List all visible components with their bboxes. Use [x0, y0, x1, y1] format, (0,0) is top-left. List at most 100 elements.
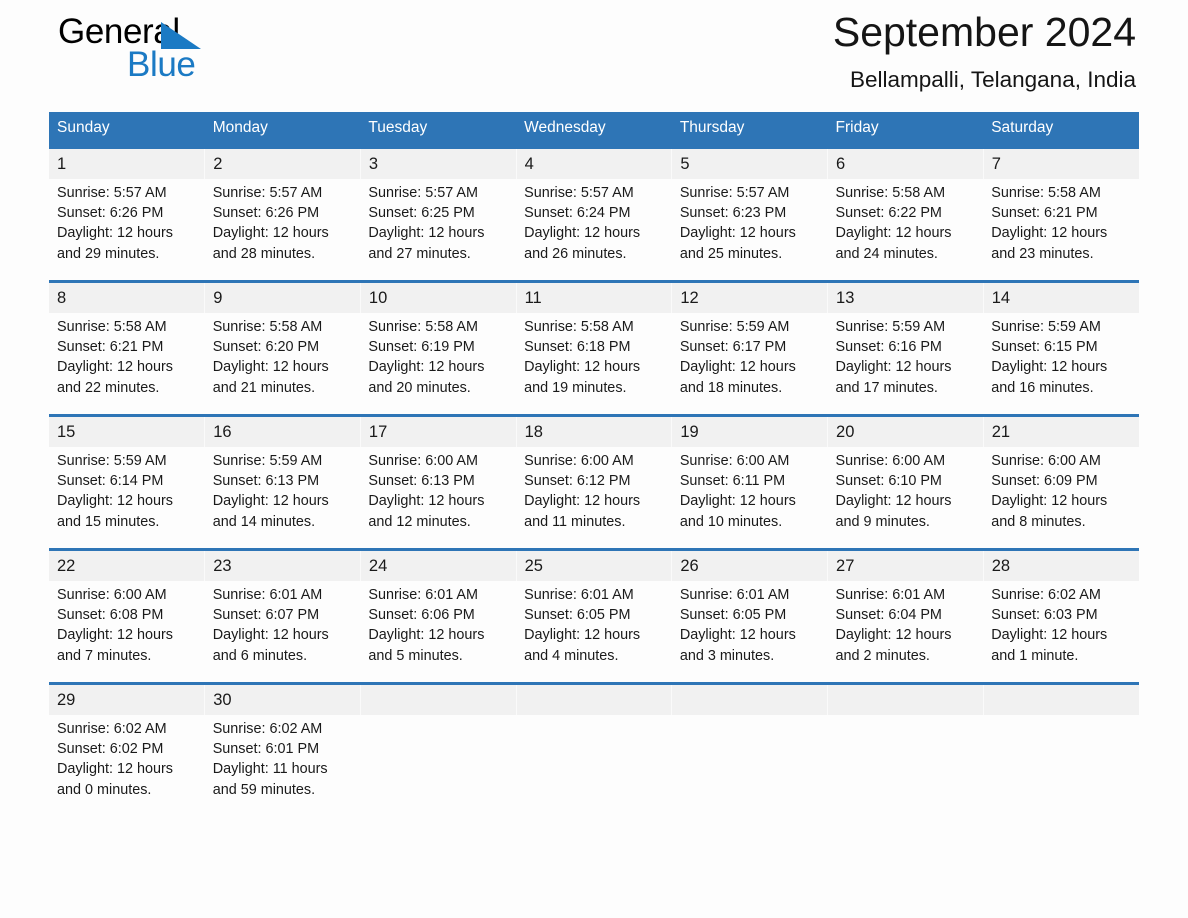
day-cell[interactable]: Sunrise: 6:02 AM Sunset: 6:01 PM Daylight:…: [205, 715, 361, 813]
day-number[interactable]: 25: [516, 550, 673, 582]
day-number[interactable]: 23: [204, 550, 361, 582]
daylight-duration: Daylight: 12 hours: [835, 493, 952, 510]
day-number[interactable]: 5: [671, 148, 829, 180]
day-number[interactable]: 9: [204, 282, 361, 314]
day-cell[interactable]: Sunrise: 5:59 AM Sunset: 6:15 PM Daylight:…: [983, 313, 1139, 411]
day-number[interactable]: 7: [983, 149, 1139, 180]
day-cell[interactable]: Sunrise: 5:58 AM Sunset: 6:18 PM Daylight:…: [516, 313, 672, 411]
day-number[interactable]: 12: [671, 282, 829, 314]
sunrise-time: Sunrise: 5:59 AM: [57, 453, 167, 470]
day-number[interactable]: 27: [827, 550, 984, 582]
day-cell[interactable]: Sunrise: 6:01 AM Sunset: 6:06 PM Daylight:…: [360, 581, 516, 679]
day-number[interactable]: 29: [49, 684, 206, 716]
weekday-saturday: Saturday: [983, 112, 1139, 146]
day-cell[interactable]: Sunrise: 5:58 AM Sunset: 6:21 PM Daylight:…: [49, 313, 205, 411]
day-cell[interactable]: Sunrise: 5:58 AM Sunset: 6:19 PM Daylight:…: [360, 313, 516, 411]
calendar-week-row: 15 16 17 18 19 20 21 Sunrise: 5:59 AM Sunset: 6:…: [49, 412, 1139, 546]
daylight-duration: and 10 minutes.: [679, 513, 783, 530]
day-cell[interactable]: Sunrise: 5:59 AM Sunset: 6:16 PM Daylight:…: [828, 313, 984, 411]
daylight-duration: Daylight: 12 hours: [524, 493, 641, 510]
weekday-monday: Monday: [204, 112, 361, 146]
day-number[interactable]: 28: [983, 551, 1139, 582]
title-block: September 2024 Bellampalli, Telangana, I…: [833, 8, 1136, 93]
day-number[interactable]: 17: [360, 416, 517, 448]
sunset-time: Sunset: 6:05 PM: [524, 607, 631, 624]
daylight-duration: and 8 minutes.: [991, 513, 1086, 530]
day-number[interactable]: 24: [360, 550, 517, 582]
sunset-time: Sunset: 6:21 PM: [991, 205, 1098, 222]
day-number-empty: [516, 684, 673, 716]
daylight-duration: and 11 minutes.: [524, 513, 626, 530]
daylight-duration: and 2 minutes.: [835, 647, 930, 664]
sunset-time: Sunset: 6:08 PM: [57, 607, 164, 624]
day-cell[interactable]: Sunrise: 5:57 AM Sunset: 6:25 PM Daylight:…: [360, 179, 516, 277]
daylight-duration: Daylight: 12 hours: [991, 493, 1108, 510]
day-number[interactable]: 3: [360, 148, 517, 180]
day-cell[interactable]: Sunrise: 6:01 AM Sunset: 6:07 PM Daylight:…: [205, 581, 361, 679]
day-cell[interactable]: Sunrise: 5:57 AM Sunset: 6:23 PM Daylight:…: [672, 179, 828, 277]
day-cell[interactable]: Sunrise: 5:58 AM Sunset: 6:22 PM Daylight:…: [828, 179, 984, 277]
sunrise-time: Sunrise: 5:58 AM: [368, 319, 478, 336]
day-number[interactable]: 8: [49, 282, 206, 314]
sunrise-time: Sunrise: 6:01 AM: [835, 587, 946, 604]
day-number[interactable]: 14: [983, 283, 1139, 314]
day-cell[interactable]: Sunrise: 5:59 AM Sunset: 6:13 PM Daylight:…: [205, 447, 361, 545]
weekday-thursday: Thursday: [671, 112, 828, 146]
sunset-time: Sunset: 6:07 PM: [212, 607, 320, 624]
day-number[interactable]: 19: [671, 416, 829, 448]
sunrise-time: Sunrise: 5:59 AM: [212, 453, 323, 470]
day-number[interactable]: 11: [516, 282, 673, 314]
day-number[interactable]: 22: [49, 550, 206, 582]
day-cell[interactable]: Sunrise: 6:00 AM Sunset: 6:13 PM Daylight:…: [360, 447, 516, 545]
daylight-duration: and 7 minutes.: [57, 647, 152, 664]
daylight-duration: Daylight: 12 hours: [835, 359, 952, 376]
day-cell[interactable]: Sunrise: 5:57 AM Sunset: 6:26 PM Daylight:…: [49, 179, 205, 277]
day-cell[interactable]: Sunrise: 6:01 AM Sunset: 6:05 PM Daylight:…: [516, 581, 672, 679]
day-cell[interactable]: Sunrise: 6:00 AM Sunset: 6:11 PM Daylight:…: [672, 447, 828, 545]
day-number[interactable]: 10: [360, 282, 517, 314]
day-number[interactable]: 21: [983, 417, 1139, 448]
day-number[interactable]: 16: [204, 416, 361, 448]
day-number[interactable]: 4: [516, 148, 673, 180]
sunrise-time: Sunrise: 6:00 AM: [524, 453, 634, 470]
daylight-duration: and 21 minutes.: [212, 379, 316, 396]
day-cell[interactable]: Sunrise: 5:57 AM Sunset: 6:26 PM Daylight:…: [205, 179, 361, 277]
daylight-duration: and 28 minutes.: [212, 245, 316, 262]
day-cell[interactable]: Sunrise: 6:02 AM Sunset: 6:03 PM Daylight:…: [983, 581, 1139, 679]
day-number[interactable]: 2: [204, 148, 361, 180]
day-number[interactable]: 26: [671, 550, 829, 582]
location-subtitle: Bellampalli, Telangana, India: [849, 67, 1136, 93]
day-cell[interactable]: Sunrise: 5:58 AM Sunset: 6:20 PM Daylight:…: [205, 313, 361, 411]
day-number[interactable]: 15: [49, 416, 206, 448]
sunrise-time: Sunrise: 5:58 AM: [835, 185, 946, 202]
day-cell[interactable]: Sunrise: 5:59 AM Sunset: 6:17 PM Daylight:…: [672, 313, 828, 411]
daylight-duration: Daylight: 12 hours: [524, 225, 641, 242]
sunrise-time: Sunrise: 6:02 AM: [212, 721, 323, 738]
day-info-row: Sunrise: 5:58 AM Sunset: 6:21 PM Daylight:…: [49, 313, 1139, 411]
general-blue-logo: General Blue: [58, 14, 288, 100]
day-cell[interactable]: Sunrise: 5:59 AM Sunset: 6:14 PM Daylight:…: [49, 447, 205, 545]
sunset-time: Sunset: 6:10 PM: [835, 473, 942, 490]
day-cell[interactable]: Sunrise: 6:01 AM Sunset: 6:04 PM Daylight:…: [828, 581, 984, 679]
day-number[interactable]: 13: [827, 282, 984, 314]
day-cell[interactable]: Sunrise: 6:00 AM Sunset: 6:10 PM Daylight:…: [828, 447, 984, 545]
day-cell[interactable]: Sunrise: 6:01 AM Sunset: 6:05 PM Daylight:…: [672, 581, 828, 679]
day-cell[interactable]: Sunrise: 5:58 AM Sunset: 6:21 PM Daylight:…: [983, 179, 1139, 277]
daylight-duration: Daylight: 12 hours: [57, 225, 173, 242]
day-number[interactable]: 20: [827, 416, 984, 448]
day-number-row: 22 23 24 25 26 27 28: [49, 550, 1139, 582]
day-cell[interactable]: Sunrise: 6:00 AM Sunset: 6:12 PM Daylight:…: [516, 447, 672, 545]
day-number[interactable]: 18: [516, 416, 673, 448]
day-number-row: 1234567: [49, 148, 1139, 180]
daylight-duration: Daylight: 12 hours: [57, 761, 173, 778]
day-cell[interactable]: Sunrise: 5:57 AM Sunset: 6:24 PM Daylight:…: [516, 179, 672, 277]
day-cell[interactable]: Sunrise: 6:00 AM Sunset: 6:08 PM Daylight:…: [49, 581, 205, 679]
day-cell[interactable]: Sunrise: 6:00 AM Sunset: 6:09 PM Daylight:…: [983, 447, 1139, 545]
day-number[interactable]: 30: [204, 684, 361, 716]
day-number[interactable]: 1: [49, 148, 206, 180]
day-number[interactable]: 6: [827, 148, 984, 180]
sunrise-time: Sunrise: 5:57 AM: [679, 185, 790, 202]
day-cell[interactable]: Sunrise: 6:02 AM Sunset: 6:02 PM Daylight:…: [49, 715, 205, 813]
sunrise-time: Sunrise: 5:59 AM: [835, 319, 946, 336]
daylight-duration: and 5 minutes.: [368, 647, 463, 664]
